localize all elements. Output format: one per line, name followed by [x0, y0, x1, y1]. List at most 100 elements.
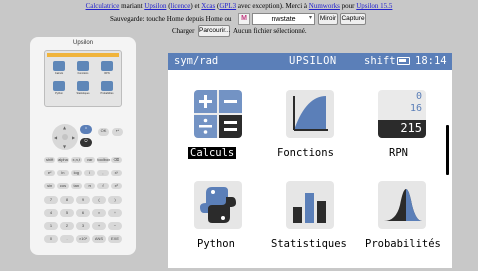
calc-key[interactable]: π	[84, 183, 96, 189]
mini-probabilites-icon	[101, 81, 113, 91]
browse-button[interactable]: Parcourir...	[198, 25, 230, 37]
dpad-left-icon[interactable]: ◀	[54, 135, 57, 140]
calc-key[interactable]: ⌫	[110, 157, 122, 163]
calc-key[interactable]: x²	[110, 183, 122, 189]
mini-label: Python	[55, 92, 63, 95]
mini-python-icon	[53, 81, 65, 91]
calc-key[interactable]: ×10ˣ	[76, 235, 90, 243]
credits-line: Calculatrice mariant Upsilon (licence) e…	[0, 2, 478, 10]
fonctions-icon	[286, 90, 334, 138]
calc-key[interactable]: ANS	[92, 235, 106, 243]
calc-key[interactable]: shift	[44, 157, 56, 163]
miroir-button[interactable]: Miroir	[318, 13, 338, 25]
mini-rpn-icon	[101, 61, 113, 71]
calc-key[interactable]: 6	[76, 209, 90, 217]
calc-key[interactable]: x,n,t	[70, 157, 82, 163]
app-fonctions[interactable]: Fonctions	[277, 90, 340, 159]
calc-key[interactable]: ln	[57, 170, 69, 176]
status-bar: sym/rad UPSILON shift 18:14	[168, 53, 452, 70]
dropdown-arrow-icon[interactable]: ▾	[309, 14, 312, 23]
mini-label: Calculs	[54, 72, 64, 75]
mini-label: Probabilités	[100, 92, 114, 95]
calc-key[interactable]: 7	[44, 196, 58, 204]
calc-key[interactable]: ×	[92, 209, 106, 217]
dpad-down-icon[interactable]: ▼	[63, 144, 66, 149]
power-button[interactable]: ⏻	[80, 138, 92, 147]
rpn-stack-top: 0	[415, 91, 422, 102]
app-statistiques[interactable]: Statistiques	[271, 181, 347, 250]
mini-status-bar	[47, 53, 119, 57]
statistiques-icon	[286, 181, 334, 229]
calc-key[interactable]: toolbox	[97, 157, 110, 163]
dpad-up-icon[interactable]: ▲	[63, 125, 66, 130]
mini-calculs-icon	[53, 61, 65, 71]
credits-text: avec exception). Merci à	[236, 2, 309, 10]
save-filename-input[interactable]: nwstate ▾	[252, 13, 315, 25]
calculator-title: Upsilon	[72, 40, 93, 46]
mini-label: Statistiques	[76, 92, 90, 95]
upsilon-version-link[interactable]: Upsilon 15.5	[356, 2, 392, 10]
back-key[interactable]: ↩	[112, 128, 123, 136]
calc-key[interactable]: 0	[44, 235, 58, 243]
mini-label: RPN	[104, 72, 110, 75]
calc-key[interactable]: 1	[44, 222, 58, 230]
numworks-link[interactable]: Numworks	[309, 2, 340, 10]
app-calculs[interactable]: Calculs	[188, 90, 248, 159]
calc-key[interactable]: 8	[60, 196, 74, 204]
app-label: Calculs	[188, 147, 237, 159]
calc-key[interactable]: )	[108, 196, 122, 204]
python-icon	[194, 181, 242, 229]
home-button[interactable]: ⌂	[80, 125, 92, 134]
calc-key[interactable]: ,	[97, 170, 109, 176]
calc-key[interactable]: 9	[76, 196, 90, 204]
calc-key[interactable]: (	[92, 196, 106, 204]
calc-key[interactable]: 4	[44, 209, 58, 217]
calc-key[interactable]: √	[97, 183, 109, 189]
app-rpn[interactable]: 0 16 215 RPN	[372, 90, 432, 159]
calc-key[interactable]: 5	[60, 209, 74, 217]
mini-label: Fonctions	[77, 72, 89, 75]
credits-text: pour	[339, 2, 357, 10]
emulator-screen[interactable]: sym/rad UPSILON shift 18:14 Calculs Fonc…	[168, 53, 452, 268]
gpl-link[interactable]: GPL3	[219, 2, 236, 10]
calc-key[interactable]: eˣ	[44, 170, 56, 176]
app-label: Probabilités	[365, 238, 441, 250]
dpad-right-icon[interactable]: ▶	[72, 135, 75, 140]
app-label: Python	[197, 238, 235, 250]
capture-button[interactable]: Capture	[340, 13, 366, 25]
calc-key[interactable]: EXE	[108, 235, 122, 243]
xcas-link[interactable]: Xcas	[201, 2, 215, 10]
calc-key[interactable]: cos	[57, 183, 69, 189]
calc-key[interactable]: i	[84, 170, 96, 176]
calc-key[interactable]: 2	[60, 222, 74, 230]
mini-fonctions-icon	[77, 61, 89, 71]
clock: 18:14	[415, 55, 447, 67]
calc-key[interactable]: 3	[76, 222, 90, 230]
rpn-stack-bottom: 215	[400, 121, 422, 135]
scrollbar[interactable]	[446, 125, 449, 175]
calc-key[interactable]: sin	[44, 183, 56, 189]
ok-key[interactable]: OK	[98, 128, 109, 136]
calc-key[interactable]: +	[92, 222, 106, 230]
calc-key[interactable]: alpha	[57, 157, 69, 163]
calculatrice-link[interactable]: Calculatrice	[86, 2, 120, 10]
calculator-body: Upsilon Calculs Fonctions RPN Python Sta…	[30, 37, 136, 255]
calc-key[interactable]: .	[60, 235, 74, 243]
credits-text: ) et	[190, 2, 202, 10]
licence-link[interactable]: licence	[171, 2, 191, 10]
calc-key[interactable]: tan	[70, 183, 82, 189]
calc-key[interactable]: log	[70, 170, 82, 176]
no-file-text: Aucun fichier sélectionné.	[233, 27, 307, 35]
calculator-mini-screen[interactable]: Calculs Fonctions RPN Python Statistique…	[44, 50, 122, 107]
calc-key[interactable]: −	[108, 222, 122, 230]
calc-key[interactable]: var	[84, 157, 96, 163]
calc-key[interactable]: xʸ	[110, 170, 122, 176]
upsilon-link[interactable]: Upsilon	[144, 2, 166, 10]
calc-key[interactable]: ÷	[108, 209, 122, 217]
dpad-ok-button[interactable]	[62, 134, 68, 140]
credits-text: mariant	[119, 2, 145, 10]
rpn-icon: 0 16 215	[378, 90, 426, 138]
app-probabilites[interactable]: Probabilités	[365, 181, 441, 250]
status-title: UPSILON	[289, 55, 337, 67]
app-python[interactable]: Python	[188, 181, 248, 250]
